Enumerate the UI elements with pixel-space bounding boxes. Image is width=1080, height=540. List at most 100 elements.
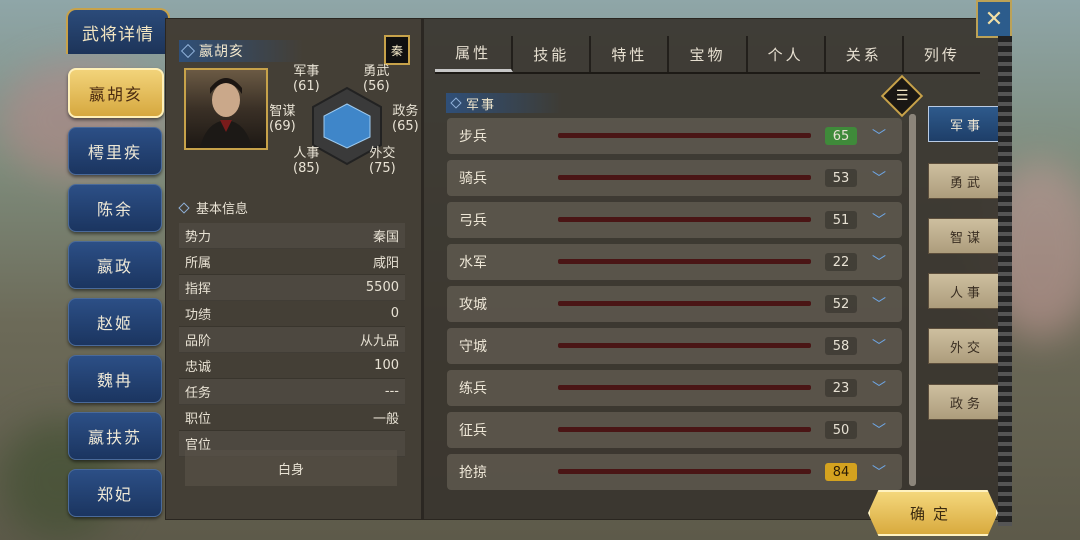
- category-tab[interactable]: 人事: [928, 273, 1006, 309]
- stat-diplomacy: 外交 (75): [369, 146, 396, 176]
- crossed-tools-icon[interactable]: ✕: [976, 0, 1012, 38]
- info-label: 势力: [185, 230, 212, 245]
- attribute-radar: 军事 (61) 勇武 (56) 智谋 (69) 政务 (65) 人事 (85) 外交 (75…: [269, 60, 419, 180]
- info-label: 忠诚: [185, 360, 212, 375]
- character-item[interactable]: 郑妃: [68, 469, 162, 517]
- tab-item[interactable]: 属性: [435, 36, 514, 72]
- skill-row[interactable]: 练兵 23 ﹀: [447, 370, 902, 406]
- character-item[interactable]: 樗里疾: [68, 127, 162, 175]
- tab-item[interactable]: 个人: [748, 36, 826, 72]
- skill-bar: [558, 427, 811, 432]
- info-row: 忠诚 100: [179, 353, 405, 379]
- chevron-down-icon[interactable]: ﹀: [872, 294, 886, 314]
- chevron-down-icon[interactable]: ﹀: [872, 420, 886, 440]
- skill-name: 骑兵: [459, 171, 487, 187]
- skill-bar: [558, 301, 811, 306]
- chevron-down-icon[interactable]: ﹀: [872, 462, 886, 482]
- skill-row[interactable]: 弓兵 51 ﹀: [447, 202, 902, 238]
- info-value: 0: [390, 306, 399, 321]
- skill-row[interactable]: 骑兵 53 ﹀: [447, 160, 902, 196]
- skill-value: 65: [825, 127, 857, 145]
- skill-value: 84: [825, 463, 857, 481]
- info-label: 品阶: [185, 334, 212, 349]
- skill-name: 步兵: [459, 129, 487, 145]
- chevron-down-icon[interactable]: ﹀: [872, 252, 886, 272]
- character-name: 嬴胡亥: [199, 44, 244, 60]
- skill-name: 征兵: [459, 423, 487, 439]
- skill-name: 水军: [459, 255, 487, 271]
- section-title: 军事: [466, 97, 497, 113]
- section-heading: 军事: [446, 93, 562, 113]
- skill-row[interactable]: 步兵 65 ﹀: [447, 118, 902, 154]
- skill-value: 58: [825, 337, 857, 355]
- skill-value: 51: [825, 211, 857, 229]
- skill-row[interactable]: 水军 22 ﹀: [447, 244, 902, 280]
- basic-info-table: 势力 秦国 所属 咸阳 指挥 5500 功绩 0 品阶 从九品 忠诚 100 任务 --- 职位 一般 官位: [179, 223, 405, 457]
- character-portrait: [184, 68, 268, 150]
- info-value: 5500: [365, 280, 399, 295]
- stat-military: 军事 (61): [293, 64, 320, 94]
- tab-item[interactable]: 特性: [591, 36, 670, 72]
- info-label: 所属: [185, 256, 212, 271]
- stat-personnel: 人事 (85): [293, 146, 320, 176]
- skill-name: 抢掠: [459, 465, 487, 481]
- list-glyph: ☰: [895, 88, 909, 104]
- skill-bar: [558, 175, 811, 180]
- info-value: ---: [384, 384, 399, 399]
- chevron-down-icon[interactable]: ﹀: [872, 210, 886, 230]
- skill-value: 53: [825, 169, 857, 187]
- skill-name: 练兵: [459, 381, 487, 397]
- category-tab[interactable]: 外交: [928, 328, 1006, 364]
- info-row: 任务 ---: [179, 379, 405, 405]
- tab-item[interactable]: 列传: [904, 36, 980, 72]
- skill-list: 步兵 65 ﹀ 骑兵 53 ﹀ 弓兵 51 ﹀ 水军 22 ﹀ 攻城 52 ﹀ 守城 58 ﹀ 练兵 23 ﹀ 征兵 50 ﹀…: [447, 118, 902, 496]
- skill-bar: [558, 259, 811, 264]
- category-tab[interactable]: 政务: [928, 384, 1006, 420]
- character-list: 嬴胡亥樗里疾陈余嬴政赵姬魏冉嬴扶苏郑妃: [68, 68, 164, 526]
- skill-bar: [558, 133, 811, 138]
- tab-item[interactable]: 关系: [826, 36, 904, 72]
- character-item[interactable]: 赵姬: [68, 298, 162, 346]
- info-row: 势力 秦国: [179, 223, 405, 249]
- info-label: 任务: [185, 386, 212, 401]
- character-item[interactable]: 嬴扶苏: [68, 412, 162, 460]
- diamond-icon: [450, 97, 462, 109]
- tab-item[interactable]: 技能: [513, 36, 592, 72]
- skill-bar: [558, 469, 811, 474]
- chevron-down-icon[interactable]: ﹀: [872, 168, 886, 188]
- character-item[interactable]: 嬴胡亥: [68, 68, 164, 118]
- skill-value: 23: [825, 379, 857, 397]
- character-item[interactable]: 陈余: [68, 184, 162, 232]
- skill-bar: [558, 343, 811, 348]
- info-label: 功绩: [185, 308, 212, 323]
- page-title: 武将详情: [66, 8, 170, 54]
- skill-row[interactable]: 征兵 50 ﹀: [447, 412, 902, 448]
- chevron-down-icon[interactable]: ﹀: [872, 378, 886, 398]
- category-tab[interactable]: 勇武: [928, 163, 1006, 199]
- skill-value: 52: [825, 295, 857, 313]
- info-row: 指挥 5500: [179, 275, 405, 301]
- category-tab[interactable]: 军事: [928, 106, 1006, 142]
- skill-row[interactable]: 抢掠 84 ﹀: [447, 454, 902, 490]
- stat-politics: 政务 (65): [392, 104, 419, 134]
- scrollbar-thumb[interactable]: [909, 114, 916, 486]
- skill-row[interactable]: 守城 58 ﹀: [447, 328, 902, 364]
- character-item[interactable]: 魏冉: [68, 355, 162, 403]
- skill-name: 守城: [459, 339, 487, 355]
- stat-strategy: 智谋 (69): [269, 104, 296, 134]
- tab-item[interactable]: 宝物: [669, 36, 748, 72]
- decorative-chain: [998, 36, 1012, 526]
- confirm-button[interactable]: 确定: [868, 490, 998, 536]
- info-label: 指挥: [185, 282, 212, 297]
- info-value: 从九品: [359, 334, 399, 349]
- skill-row[interactable]: 攻城 52 ﹀: [447, 286, 902, 322]
- chevron-down-icon[interactable]: ﹀: [872, 126, 886, 146]
- list-icon[interactable]: ☰: [880, 74, 924, 118]
- category-tab[interactable]: 智谋: [928, 218, 1006, 254]
- diamond-icon: [178, 201, 190, 214]
- basic-info-heading-label: 基本信息: [196, 202, 249, 217]
- info-value: 咸阳: [372, 256, 399, 271]
- info-row: 职位 一般: [179, 405, 405, 431]
- character-item[interactable]: 嬴政: [68, 241, 162, 289]
- chevron-down-icon[interactable]: ﹀: [872, 336, 886, 356]
